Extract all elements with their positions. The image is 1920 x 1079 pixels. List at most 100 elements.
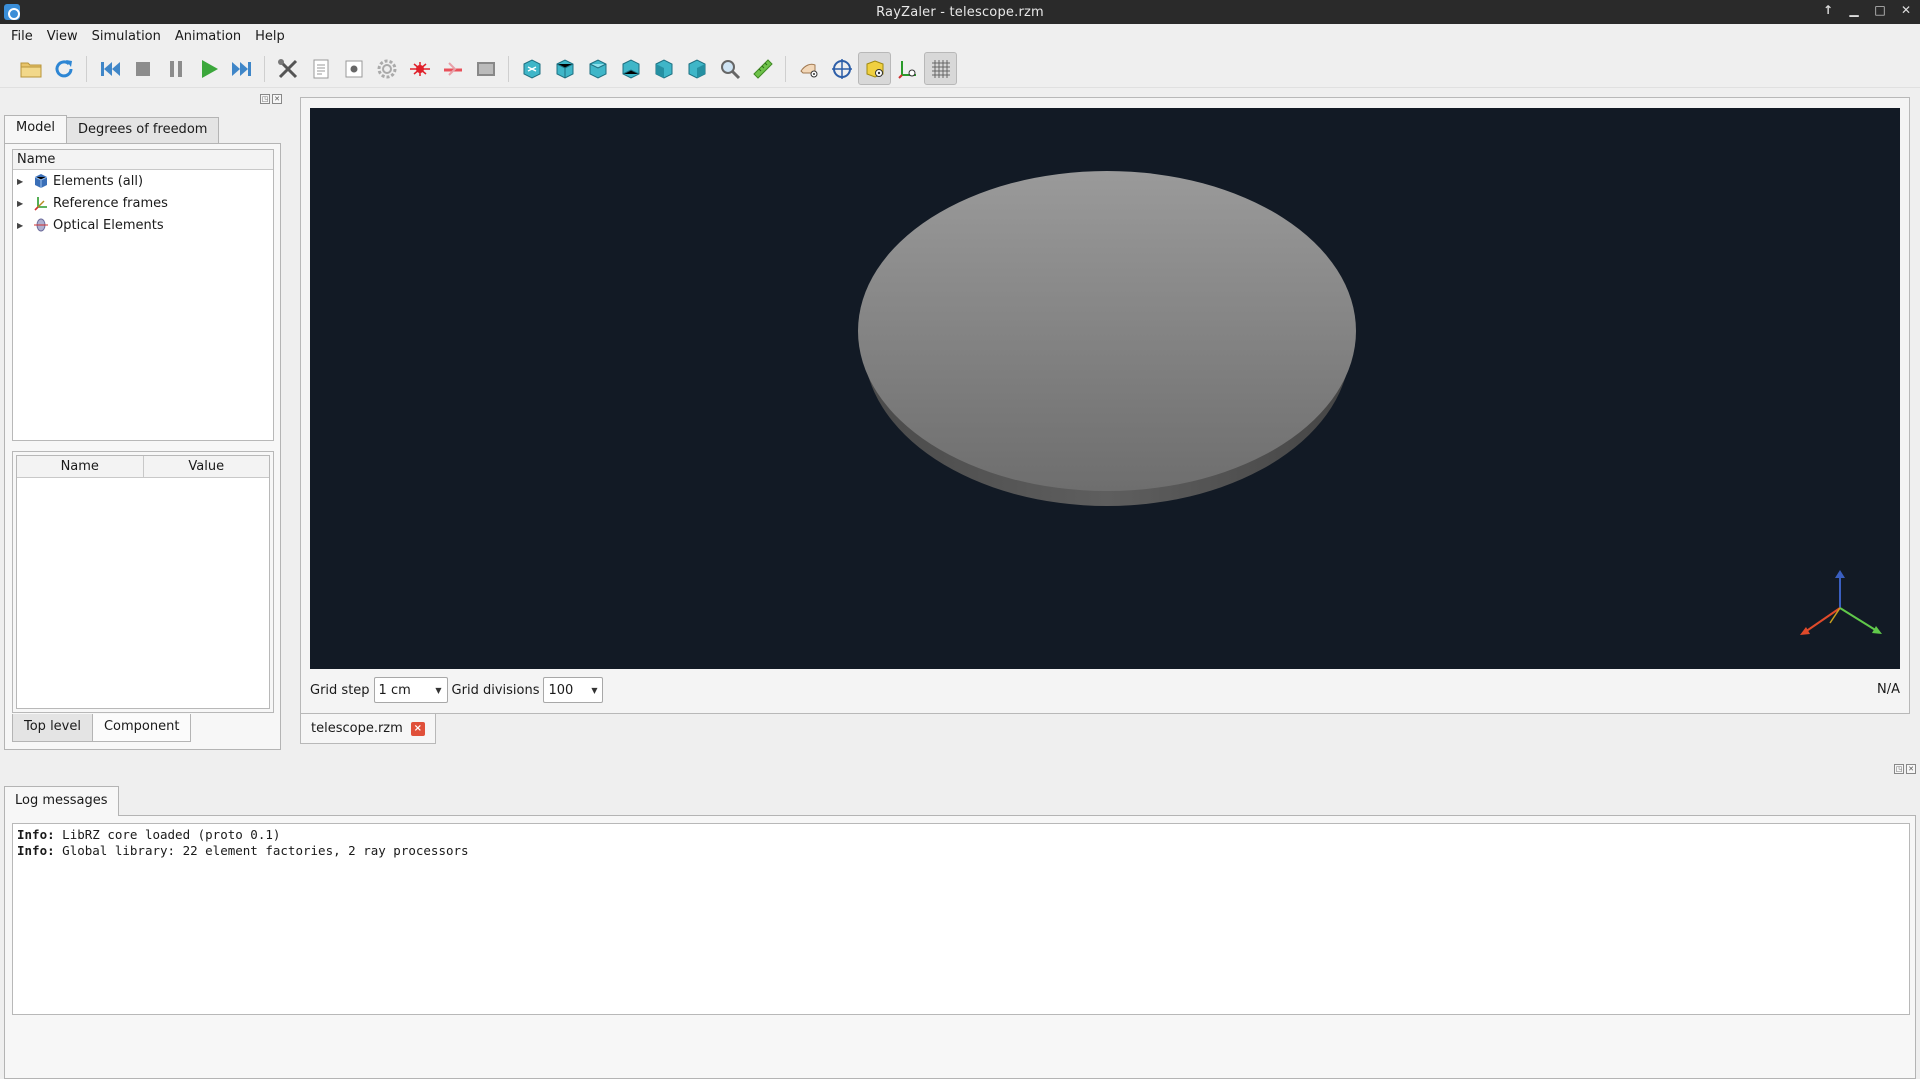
ruler-icon[interactable] — [746, 52, 779, 85]
model-dock: ◳ ✕ Model Degrees of freedom Name ▶ Elem… — [0, 90, 290, 755]
view-top-icon[interactable] — [581, 52, 614, 85]
menu-view[interactable]: View — [40, 27, 85, 46]
pause-icon[interactable] — [159, 52, 192, 85]
open-folder-icon[interactable] — [14, 52, 47, 85]
play-icon[interactable] — [192, 52, 225, 85]
chevron-down-icon: ▼ — [591, 686, 598, 695]
main-toolbar — [0, 50, 1920, 88]
status-readout: N/A — [1877, 682, 1900, 697]
tree-item-reference-frames[interactable]: ▶ Reference frames — [13, 192, 273, 214]
document-tab[interactable]: telescope.rzm × — [300, 714, 436, 744]
settings-icon[interactable] — [337, 52, 370, 85]
grid-icon[interactable] — [924, 52, 957, 85]
expand-arrow-icon[interactable]: ▶ — [17, 221, 31, 230]
menu-help[interactable]: Help — [248, 27, 292, 46]
log-text-area[interactable]: Info: LibRZ core loaded (proto 0.1) Info… — [12, 823, 1910, 1015]
close-tab-icon[interactable]: × — [410, 721, 425, 736]
toolbar-separator — [785, 55, 786, 82]
view-bottom-icon[interactable] — [614, 52, 647, 85]
dock-controls: ◳ ✕ — [1894, 764, 1916, 774]
document-tab-label: telescope.rzm — [311, 721, 403, 736]
tree-item-label: Elements (all) — [53, 173, 144, 189]
float-dock-icon[interactable]: ◳ — [1894, 764, 1904, 774]
model-tab-panel: Name ▶ Elements (all) ▶ Reference frames… — [4, 143, 281, 750]
view-front-icon[interactable] — [515, 52, 548, 85]
close-window-button[interactable]: ✕ — [1898, 3, 1914, 17]
close-dock-icon[interactable]: ✕ — [1906, 764, 1916, 774]
properties-table[interactable]: Name Value — [16, 455, 270, 709]
tree-header[interactable]: Name — [13, 150, 273, 170]
title-bar: RayZaler - telescope.rzm ↑ ▁ □ ✕ — [0, 0, 1920, 24]
screen-icon[interactable] — [469, 52, 502, 85]
column-value[interactable]: Value — [144, 456, 270, 477]
axes-icon — [34, 197, 47, 211]
toolbar-separator — [86, 55, 87, 82]
float-dock-icon[interactable]: ◳ — [260, 94, 270, 104]
properties-tabs: Top level Component — [12, 714, 192, 742]
expand-arrow-icon[interactable]: ▶ — [17, 199, 31, 208]
gear-icon[interactable] — [370, 52, 403, 85]
dock-controls: ◳ ✕ — [260, 94, 282, 104]
menu-animation[interactable]: Animation — [168, 27, 248, 46]
keep-above-button[interactable]: ↑ — [1820, 3, 1836, 17]
grid-divisions-label: Grid divisions — [451, 682, 540, 698]
column-name[interactable]: Name — [17, 456, 144, 477]
tab-top-level[interactable]: Top level — [12, 714, 93, 742]
tree-item-elements[interactable]: ▶ Elements (all) — [13, 170, 273, 192]
tree-item-label: Optical Elements — [53, 217, 164, 233]
view-right-icon[interactable] — [680, 52, 713, 85]
view-rear-icon[interactable] — [548, 52, 581, 85]
fast-forward-icon[interactable] — [225, 52, 258, 85]
maximize-button[interactable]: □ — [1872, 3, 1888, 17]
grid-divisions-value: 100 — [548, 682, 574, 698]
chevron-down-icon: ▼ — [435, 686, 442, 695]
tab-component[interactable]: Component — [91, 714, 192, 742]
stop-icon[interactable] — [126, 52, 159, 85]
expand-arrow-icon[interactable]: ▶ — [17, 177, 31, 186]
mirror-disc — [858, 171, 1356, 506]
tree-item-label: Reference frames — [53, 195, 168, 211]
properties-panel: Name Value — [12, 451, 274, 713]
cube-icon — [34, 174, 48, 188]
reload-icon[interactable] — [47, 52, 80, 85]
menu-file[interactable]: File — [4, 27, 40, 46]
lens-icon — [34, 218, 48, 232]
log-dock: ◳ ✕ Log messages Info: LibRZ core loaded… — [0, 760, 1920, 1079]
box-eye-icon[interactable] — [858, 52, 891, 85]
3d-viewport[interactable] — [310, 108, 1900, 669]
grid-step-label: Grid step — [310, 682, 370, 698]
axes-eye-icon[interactable] — [891, 52, 924, 85]
log-panel: Info: LibRZ core loaded (proto 0.1) Info… — [4, 815, 1916, 1079]
laser-icon[interactable] — [403, 52, 436, 85]
zoom-icon[interactable] — [713, 52, 746, 85]
laser-beam-icon[interactable] — [436, 52, 469, 85]
grid-step-select[interactable]: 1 cm ▼ — [373, 677, 448, 703]
model-tree[interactable]: Name ▶ Elements (all) ▶ Reference frames… — [12, 149, 274, 441]
window-title: RayZaler - telescope.rzm — [876, 4, 1044, 20]
document-icon[interactable] — [304, 52, 337, 85]
left-tabs: Model Degrees of freedom — [4, 115, 220, 143]
rewind-icon[interactable] — [93, 52, 126, 85]
log-line: Info: Global library: 22 element factori… — [17, 843, 469, 858]
properties-header: Name Value — [17, 456, 269, 478]
axes-gizmo — [1800, 570, 1882, 635]
tree-item-optical-elements[interactable]: ▶ Optical Elements — [13, 214, 273, 236]
hand-eye-icon[interactable] — [792, 52, 825, 85]
tab-degrees-of-freedom[interactable]: Degrees of freedom — [66, 117, 220, 143]
grid-step-value: 1 cm — [378, 682, 411, 698]
grid-divisions-select[interactable]: 100 ▼ — [543, 677, 604, 703]
tools-icon[interactable] — [271, 52, 304, 85]
view-left-icon[interactable] — [647, 52, 680, 85]
tab-log-messages[interactable]: Log messages — [4, 786, 119, 816]
menu-simulation[interactable]: Simulation — [85, 27, 168, 46]
minimize-button[interactable]: ▁ — [1846, 3, 1862, 17]
log-line: Info: LibRZ core loaded (proto 0.1) — [17, 827, 281, 842]
target-icon[interactable] — [825, 52, 858, 85]
viewport-controls: Grid step 1 cm ▼ Grid divisions 100 ▼ N/… — [310, 676, 1900, 704]
app-icon — [4, 4, 20, 20]
tab-model[interactable]: Model — [4, 115, 68, 143]
close-dock-icon[interactable]: ✕ — [272, 94, 282, 104]
toolbar-separator — [508, 55, 509, 82]
toolbar-separator — [264, 55, 265, 82]
window-controls: ↑ ▁ □ ✕ — [1820, 3, 1914, 17]
